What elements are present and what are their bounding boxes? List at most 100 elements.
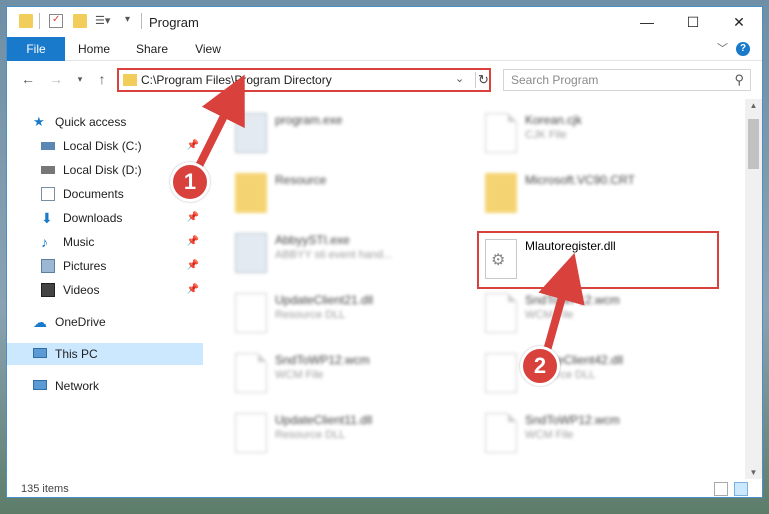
tab-view[interactable]: View bbox=[185, 37, 231, 61]
chevron-down-icon[interactable]: ▾ bbox=[125, 14, 139, 28]
file-item[interactable]: SndToWP12.wcm WCM File bbox=[227, 347, 457, 403]
pin-icon[interactable]: 📌 bbox=[187, 255, 199, 277]
star-icon: ★ bbox=[33, 114, 45, 129]
sidebar-item-label: Network bbox=[55, 379, 100, 393]
sidebar-item-label: Downloads bbox=[63, 211, 123, 225]
customize-icon[interactable]: ☰▾ bbox=[95, 14, 110, 28]
tab-file[interactable]: File bbox=[7, 37, 65, 61]
address-path[interactable]: C:\Program Files\Program Directory bbox=[141, 73, 332, 87]
file-name: Korean.cjk bbox=[525, 113, 582, 127]
file-name: SndToWP12.wcm bbox=[525, 413, 620, 427]
sidebar-item-videos[interactable]: Videos 📌 bbox=[7, 279, 203, 301]
file-item[interactable]: UpdateClient42.dll Resource DLL bbox=[477, 347, 707, 403]
file-item[interactable]: program.exe bbox=[227, 107, 457, 163]
title-bar: ✓ ☰▾ ▾ Program — ☐ ✕ bbox=[7, 7, 762, 37]
file-icon bbox=[485, 413, 517, 453]
computer-icon bbox=[33, 348, 47, 358]
folder-icon bbox=[485, 173, 517, 213]
maximize-button[interactable]: ☐ bbox=[670, 7, 716, 37]
pictures-icon bbox=[41, 259, 55, 273]
file-description: Resource DLL bbox=[275, 429, 346, 441]
file-item[interactable]: UpdateClient11.dll Resource DLL bbox=[227, 407, 457, 463]
pin-icon[interactable]: 📌 bbox=[187, 231, 199, 253]
folder-item[interactable]: Resource bbox=[227, 167, 457, 223]
file-icon bbox=[235, 353, 267, 393]
file-item[interactable]: SndToWP12.wcm WCM File bbox=[477, 287, 707, 343]
sidebar-item-local-disk-c[interactable]: Local Disk (C:) 📌 bbox=[7, 135, 203, 157]
network-icon bbox=[33, 380, 47, 390]
status-bar: 135 items bbox=[7, 479, 762, 497]
file-name: Microsoft.VC90.CRT bbox=[525, 173, 635, 187]
tab-share[interactable]: Share bbox=[129, 37, 175, 61]
videos-icon bbox=[41, 283, 55, 297]
pin-icon[interactable]: 📌 bbox=[187, 135, 199, 157]
explorer-window: ✓ ☰▾ ▾ Program — ☐ ✕ File Home Share Vie… bbox=[6, 6, 763, 498]
file-description: Resource DLL bbox=[275, 309, 346, 321]
folder-icon bbox=[123, 74, 137, 86]
search-placeholder: Search Program bbox=[511, 73, 599, 87]
forward-button[interactable]: → bbox=[47, 70, 65, 88]
file-name: SndToWP12.wcm bbox=[525, 293, 620, 307]
properties-icon[interactable]: ✓ bbox=[49, 14, 63, 28]
scroll-thumb[interactable] bbox=[748, 119, 759, 169]
folder-icon bbox=[235, 173, 267, 213]
sidebar-item-onedrive[interactable]: ☁ OneDrive bbox=[7, 311, 203, 333]
tab-home[interactable]: Home bbox=[71, 37, 117, 61]
disk-icon bbox=[41, 166, 55, 174]
details-view-icon[interactable] bbox=[714, 482, 728, 496]
folder-item[interactable]: Microsoft.VC90.CRT bbox=[477, 167, 707, 223]
sidebar-item-network[interactable]: Network bbox=[7, 375, 203, 397]
music-icon: ♪ bbox=[41, 234, 48, 250]
folder-icon bbox=[19, 14, 33, 28]
ribbon: File Home Share View ﹀ ? bbox=[7, 37, 762, 61]
back-button[interactable]: ← bbox=[19, 70, 37, 88]
file-description: CJK File bbox=[525, 129, 567, 141]
file-item[interactable]: Korean.cjk CJK File bbox=[477, 107, 707, 163]
search-input[interactable]: Search Program ⚲ bbox=[503, 69, 751, 91]
search-icon[interactable]: ⚲ bbox=[734, 72, 744, 88]
file-icon bbox=[485, 293, 517, 333]
sidebar-item-quick-access[interactable]: ★ Quick access bbox=[7, 111, 203, 133]
dll-gear-icon bbox=[485, 353, 517, 393]
navigation-bar: ← → ▾ ↑ C:\Program Files\Program Directo… bbox=[7, 62, 762, 96]
file-description: WCM File bbox=[275, 369, 324, 381]
up-button[interactable]: ↑ bbox=[93, 70, 111, 88]
sidebar-item-label: Pictures bbox=[63, 259, 107, 273]
new-folder-icon[interactable] bbox=[73, 14, 87, 28]
recent-locations-icon[interactable]: ▾ bbox=[71, 70, 89, 88]
disk-icon bbox=[41, 142, 55, 150]
pin-icon[interactable]: 📌 bbox=[187, 207, 199, 229]
scroll-down-icon[interactable]: ▼ bbox=[745, 468, 762, 477]
divider bbox=[39, 13, 40, 29]
exe-icon bbox=[235, 233, 267, 273]
refresh-icon[interactable]: ↻ bbox=[475, 72, 491, 88]
sidebar-item-this-pc[interactable]: This PC bbox=[7, 343, 203, 365]
file-description: ABBYY sti event hand... bbox=[275, 249, 393, 261]
dll-gear-icon bbox=[235, 293, 267, 333]
sidebar-item-downloads[interactable]: ⬇ Downloads 📌 bbox=[7, 207, 203, 229]
chevron-down-icon[interactable]: ⌄ bbox=[455, 72, 464, 85]
help-icon[interactable]: ? bbox=[736, 42, 750, 56]
vertical-scrollbar[interactable]: ▲ ▼ bbox=[745, 99, 762, 479]
sidebar-item-pictures[interactable]: Pictures 📌 bbox=[7, 255, 203, 277]
close-button[interactable]: ✕ bbox=[716, 7, 762, 37]
sidebar-item-music[interactable]: ♪ Music 📌 bbox=[7, 231, 203, 253]
file-item[interactable]: SndToWP12.wcm WCM File bbox=[477, 407, 707, 463]
minimize-button[interactable]: — bbox=[624, 7, 670, 37]
sidebar-item-label: Videos bbox=[63, 283, 100, 297]
file-list: program.exe Korean.cjk CJK File Resource… bbox=[207, 99, 741, 479]
sidebar-item-label: This PC bbox=[55, 347, 98, 361]
sidebar-item-label: Local Disk (C:) bbox=[63, 139, 142, 153]
address-bar[interactable]: C:\Program Files\Program Directory ⌄ ↻ bbox=[117, 68, 491, 92]
scroll-up-icon[interactable]: ▲ bbox=[745, 101, 762, 110]
expand-ribbon-icon[interactable]: ﹀ bbox=[717, 40, 728, 56]
pin-icon[interactable]: 📌 bbox=[187, 279, 199, 301]
file-item[interactable]: AbbyySTI.exe ABBYY sti event hand... bbox=[227, 227, 457, 283]
file-item[interactable]: UpdateClient21.dll Resource DLL bbox=[227, 287, 457, 343]
large-icons-view-icon[interactable] bbox=[734, 482, 748, 496]
sidebar-item-label: Quick access bbox=[55, 115, 127, 129]
navigation-pane: ★ Quick access Local Disk (C:) 📌 Local D… bbox=[7, 99, 203, 479]
file-name: Resource bbox=[275, 173, 327, 187]
dll-gear-icon bbox=[235, 413, 267, 453]
file-name: SndToWP12.wcm bbox=[275, 353, 370, 367]
